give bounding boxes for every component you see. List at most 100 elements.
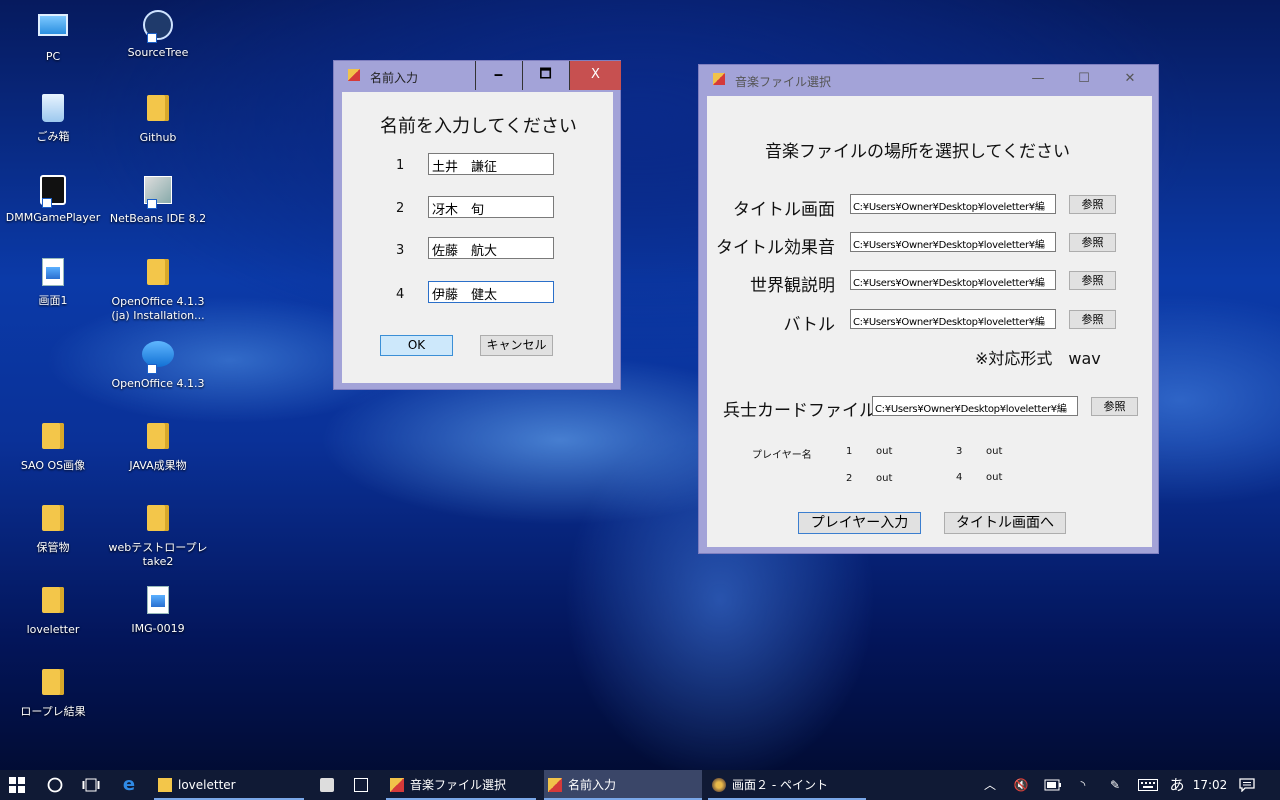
cancel-button[interactable]: キャンセル [480, 335, 553, 356]
title-sfx-path-field[interactable]: C:¥Users¥Owner¥Desktop¥loveletter¥編 [850, 232, 1056, 252]
recycle-bin-icon [36, 94, 70, 126]
folder-icon [141, 505, 175, 537]
desktop-icon-pc[interactable]: PC [1, 10, 105, 64]
desktop-icon-ropure-kekka[interactable]: ロープレ結果 [1, 666, 105, 719]
battery-button[interactable] [1040, 770, 1066, 800]
desktop-icon-label: NetBeans IDE 8.2 [109, 212, 207, 225]
wifi-button[interactable]: ◝ [1070, 770, 1096, 800]
desktop-icon-label: PC [45, 50, 61, 63]
pen-button[interactable]: ✎ [1102, 770, 1128, 800]
close-button[interactable]: ✕ [1107, 65, 1153, 94]
soldier-card-path-field[interactable]: C:¥Users¥Owner¥Desktop¥loveletter¥編 [872, 396, 1078, 416]
player-name-field-3[interactable]: 佐藤 航大 [428, 237, 554, 259]
close-icon: X [591, 67, 600, 82]
app-icon [390, 778, 404, 792]
show-hidden-icons-button[interactable]: ︿ [978, 770, 1002, 800]
browse-button[interactable]: 参照 [1069, 310, 1116, 329]
desktop-icon-label: Github [139, 131, 177, 144]
touch-keyboard-button[interactable] [1134, 770, 1162, 800]
desktop-icon-img-0019[interactable]: IMG-0019 [106, 584, 210, 636]
start-button[interactable] [0, 770, 34, 800]
action-center-button[interactable] [1234, 770, 1260, 800]
close-icon: ✕ [1124, 71, 1136, 86]
desktop-icon-loveletter[interactable]: loveletter [1, 584, 105, 637]
folder-icon [141, 259, 175, 291]
to-title-button[interactable]: タイトル画面へ [944, 512, 1066, 534]
taskbar-item-mail[interactable] [346, 770, 376, 800]
pc-icon [36, 14, 70, 46]
store-icon [320, 778, 334, 792]
name-input-titlebar[interactable]: 名前入力 🗕 🗖 X [334, 61, 621, 91]
player-name-value: out [986, 472, 1003, 483]
wifi-icon: ◝ [1080, 778, 1086, 792]
desktop-icon-recycle-bin[interactable]: ごみ箱 [1, 92, 105, 144]
player-name-value: out [986, 446, 1003, 457]
desktop-icon-dmm[interactable]: DMMGamePlayer [1, 174, 105, 225]
player-input-button[interactable]: プレイヤー入力 [798, 512, 921, 534]
search-button[interactable] [38, 770, 72, 800]
ime-indicator[interactable]: あ [1166, 770, 1188, 800]
desktop-icon-github[interactable]: Github [106, 92, 210, 145]
app-icon [548, 778, 562, 792]
desktop-icon-label: webテストロープレ take2 [108, 541, 208, 568]
desktop-icon-label: ごみ箱 [36, 130, 70, 143]
taskbar-item-loveletter[interactable]: loveletter [154, 770, 304, 800]
browse-button[interactable]: 参照 [1091, 397, 1138, 416]
maximize-button[interactable]: ☐ [1061, 65, 1107, 94]
player-name-field-1[interactable]: 土井 謙征 [428, 153, 554, 175]
maximize-icon: ☐ [1078, 71, 1090, 86]
music-file-window: 音楽ファイル選択 — ☐ ✕ 音楽ファイルの場所を選択してください タイトル画面… [698, 64, 1159, 554]
player-names-label: プレイヤー名 [752, 450, 812, 461]
desktop-icon-label: OpenOffice 4.1.3 [111, 377, 205, 390]
browse-button[interactable]: 参照 [1069, 195, 1116, 214]
taskbar-item-label: 画面２ - ペイント [732, 778, 828, 792]
minimize-button[interactable]: — [1015, 65, 1061, 94]
volume-button[interactable]: 🔇 [1008, 770, 1034, 800]
edge-icon: e [122, 774, 136, 795]
minimize-icon: 🗕 [493, 67, 504, 82]
desktop-icon-webtest[interactable]: webテストロープレ take2 [106, 502, 210, 569]
desktop-icon-netbeans[interactable]: NetBeans IDE 8.2 [106, 174, 210, 226]
folder-icon [141, 423, 175, 455]
desktop-icon-hokanbutsu[interactable]: 保管物 [1, 502, 105, 555]
desktop-icon-sourcetree[interactable]: SourceTree [106, 10, 210, 60]
windows-logo-icon [9, 777, 25, 793]
minimize-button[interactable]: 🗕 [475, 61, 521, 90]
dialog-heading: 名前を入力してください [380, 116, 577, 137]
window-title: 音楽ファイル選択 [735, 75, 832, 89]
desktop-icon-gamen1[interactable]: 画面1 [1, 256, 105, 308]
player-number: 3 [956, 446, 963, 457]
browse-button[interactable]: 参照 [1069, 233, 1116, 252]
player-name-field-2[interactable]: 冴木 旬 [428, 196, 554, 218]
ok-button[interactable]: OK [380, 335, 453, 356]
title-screen-label: タイトル画面 [733, 200, 835, 220]
desktop-icon-openoffice[interactable]: OpenOffice 4.1.3 [106, 338, 210, 391]
close-button[interactable]: X [569, 61, 621, 90]
music-file-titlebar[interactable]: 音楽ファイル選択 — ☐ ✕ [699, 65, 1158, 95]
player-number: 2 [846, 473, 853, 484]
notification-icon [1239, 778, 1255, 793]
task-view-button[interactable] [74, 770, 108, 800]
taskbar-item-music-file[interactable]: 音楽ファイル選択 [386, 770, 536, 800]
title-screen-path-field[interactable]: C:¥Users¥Owner¥Desktop¥loveletter¥編 [850, 194, 1056, 214]
maximize-icon: 🗖 [539, 67, 552, 82]
maximize-button[interactable]: 🗖 [522, 61, 568, 90]
desktop-icon-sao-os[interactable]: SAO OS画像 [1, 420, 105, 473]
taskbar-item-name-input[interactable]: 名前入力 [544, 770, 702, 800]
taskbar-item-paint[interactable]: 画面２ - ペイント [708, 770, 866, 800]
openoffice-icon [141, 341, 175, 374]
desktop-icon-openoffice-installation[interactable]: OpenOffice 4.1.3 (ja) Installation... [106, 256, 210, 323]
world-explanation-path-field[interactable]: C:¥Users¥Owner¥Desktop¥loveletter¥編 [850, 270, 1056, 290]
desktop-icon-java[interactable]: JAVA成果物 [106, 420, 210, 473]
player-name-field-4[interactable]: 伊藤 健太 [428, 281, 554, 303]
clock[interactable]: 17:02 [1190, 770, 1230, 800]
name-input-window: 名前入力 🗕 🗖 X 名前を入力してください 1 土井 謙征 2 冴木 旬 3 … [333, 60, 621, 390]
taskbar: e loveletter 音楽ファイル選択 名前入力 画面２ - ペイント ︿ … [0, 770, 1280, 800]
dialog-heading: 音楽ファイルの場所を選択してください [765, 142, 1070, 162]
desktop-icon-label: 保管物 [36, 541, 70, 554]
browse-button[interactable]: 参照 [1069, 271, 1116, 290]
player-number: 1 [846, 446, 853, 457]
taskbar-item-store[interactable] [312, 770, 342, 800]
battle-path-field[interactable]: C:¥Users¥Owner¥Desktop¥loveletter¥編 [850, 309, 1056, 329]
taskbar-edge[interactable]: e [112, 770, 146, 800]
